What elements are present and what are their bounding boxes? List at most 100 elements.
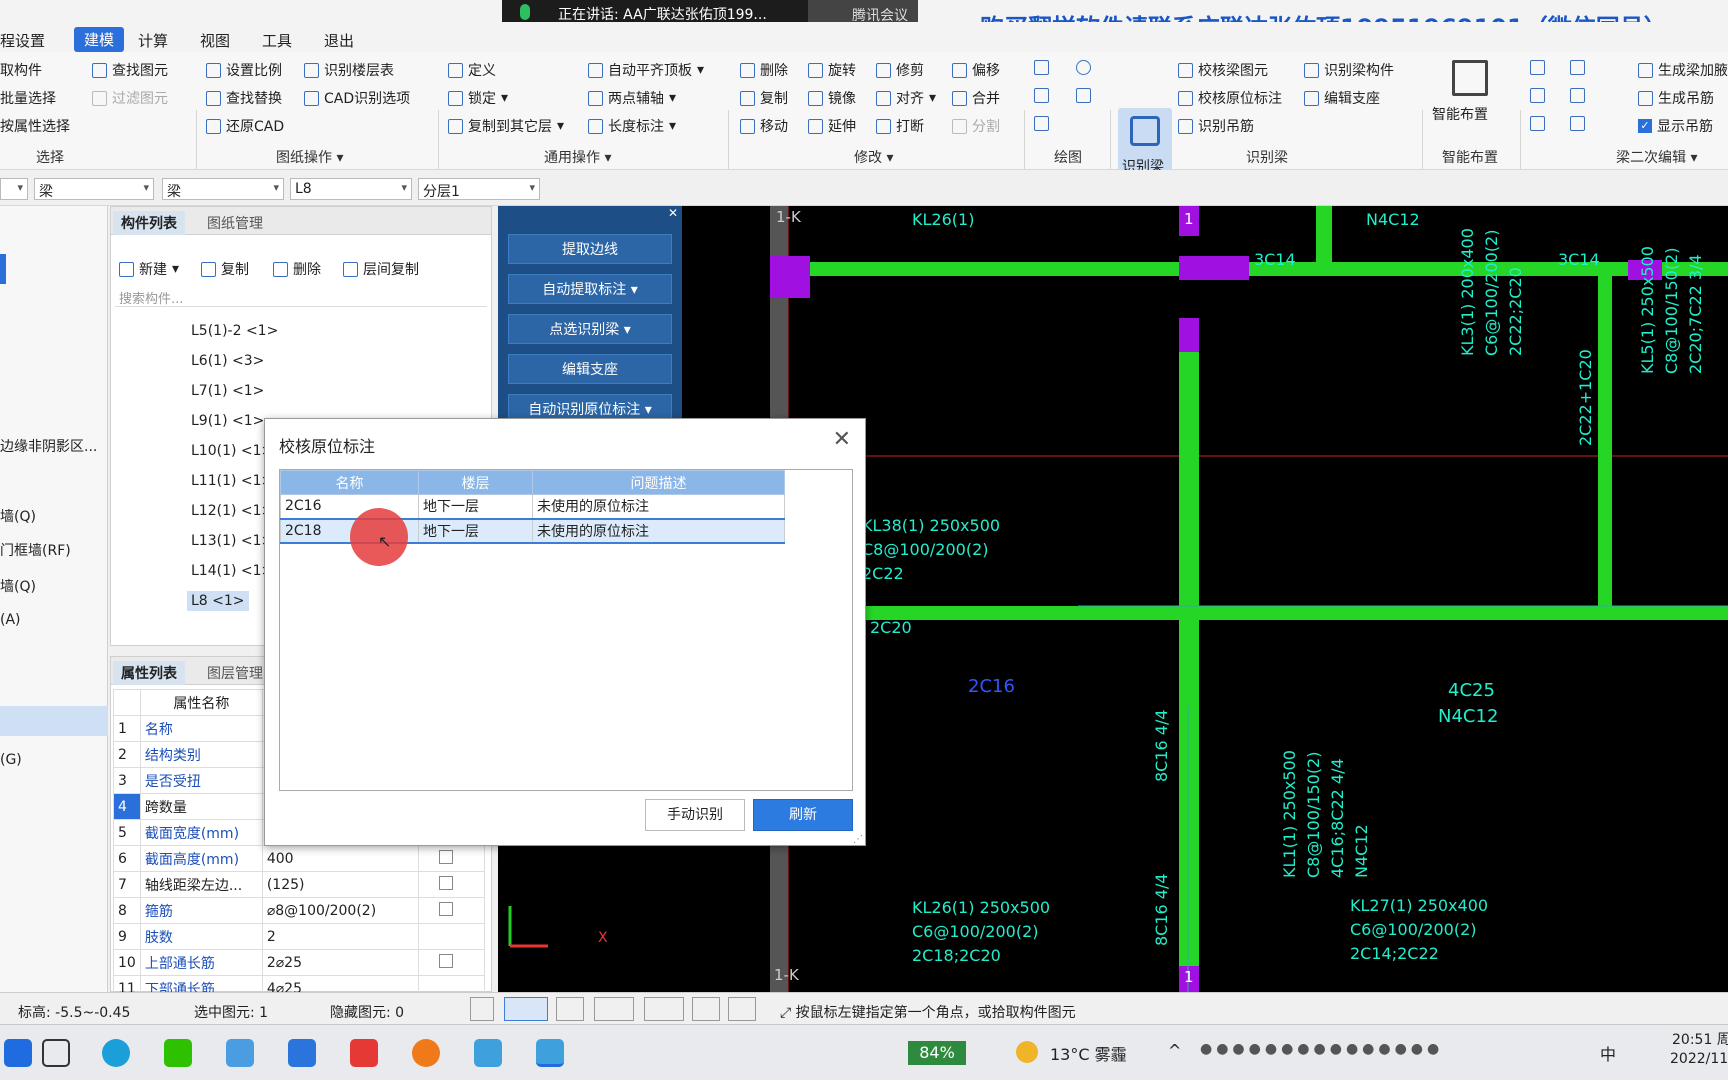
snap-ortho-icon[interactable] xyxy=(470,997,494,1021)
break-button[interactable]: 打断 xyxy=(876,116,924,136)
layer-selector[interactable]: 分层1 xyxy=(418,178,540,200)
battery-indicator[interactable]: 84% xyxy=(908,1041,966,1065)
edit-support-panel-button[interactable]: 编辑支座 xyxy=(508,354,672,384)
group-beam2-label[interactable]: 梁二次编辑 ▾ xyxy=(1616,147,1697,167)
recognize-beam-component-button[interactable]: 识别梁构件 xyxy=(1304,60,1394,80)
align-button[interactable]: 对齐 ▾ xyxy=(876,88,936,108)
filter-element-button[interactable]: 过滤图元 xyxy=(92,88,168,108)
length-dimension-button[interactable]: 长度标注 ▾ xyxy=(588,116,676,136)
close-icon[interactable]: ✕ xyxy=(668,206,678,220)
group-drawing-ops-label[interactable]: 图纸操作 ▾ xyxy=(276,147,343,167)
menu-calculate[interactable]: 计算 xyxy=(138,30,168,51)
checkbox[interactable] xyxy=(438,849,453,864)
auto-extract-annotation-button[interactable]: 自动提取标注 ▾ xyxy=(508,274,672,304)
mirror-button[interactable]: 镜像 xyxy=(808,88,856,108)
task-view-icon[interactable] xyxy=(42,1039,70,1067)
merge-button[interactable]: 合并 xyxy=(952,88,1000,108)
two-point-axis-button[interactable]: 两点辅轴 ▾ xyxy=(588,88,676,108)
snap-arc-icon[interactable] xyxy=(728,997,756,1021)
group-general-ops-label[interactable]: 通用操作 ▾ xyxy=(544,147,611,167)
select-by-property-button[interactable]: 按属性选择 xyxy=(0,116,70,136)
edge-browser-icon[interactable] xyxy=(102,1039,130,1067)
wechat-icon[interactable] xyxy=(164,1039,192,1067)
tool-grid-d[interactable] xyxy=(1570,88,1585,103)
pick-component-button[interactable]: 取构件 xyxy=(0,60,42,80)
tab-property-list[interactable]: 属性列表 xyxy=(113,661,185,685)
snap-length-icon[interactable] xyxy=(644,997,684,1021)
resize-grip-icon[interactable]: ⋰ xyxy=(853,834,863,845)
glodon-app-icon-active[interactable] xyxy=(536,1039,564,1067)
tool-grid-c[interactable] xyxy=(1530,88,1545,103)
column-header[interactable]: 楼层 xyxy=(418,470,533,495)
tab-component-list[interactable]: 构件列表 xyxy=(113,211,185,235)
checkbox[interactable] xyxy=(438,901,453,916)
component-selector[interactable]: L8 xyxy=(290,178,412,200)
split-button[interactable]: 分割 xyxy=(952,116,1000,136)
tool-grid-e[interactable] xyxy=(1530,116,1545,131)
nav-item-edge-non-shadow[interactable]: 边缘非阴影区... xyxy=(0,436,97,456)
input-method-icon[interactable]: 中 xyxy=(1600,1041,1616,1065)
tab-layer-manager[interactable]: 图层管理 xyxy=(199,661,271,685)
tool-grid-b[interactable] xyxy=(1570,60,1585,75)
point-tool[interactable] xyxy=(1034,60,1049,75)
restore-cad-button[interactable]: 还原CAD xyxy=(206,116,284,136)
wps-icon[interactable] xyxy=(350,1039,378,1067)
manual-recognize-button[interactable]: 手动识别 xyxy=(645,799,745,831)
checkbox[interactable] xyxy=(438,953,453,968)
extract-edge-button[interactable]: 提取边线 xyxy=(508,234,672,264)
snap-cross-icon[interactable] xyxy=(556,997,584,1021)
checkbox[interactable] xyxy=(438,875,453,890)
show-hanger-checkbox[interactable]: ✓ 显示吊筋 xyxy=(1638,116,1713,136)
group-modify-label[interactable]: 修改 ▾ xyxy=(854,147,893,167)
auto-align-top-button[interactable]: 自动平齐顶板 ▾ xyxy=(588,60,704,80)
offset-button[interactable]: 偏移 xyxy=(952,60,1000,80)
glodon-app-icon[interactable] xyxy=(226,1039,254,1067)
new-component-button[interactable]: 新建 ▾ xyxy=(119,259,179,279)
list-item[interactable]: L13(1) <1> xyxy=(191,533,273,549)
type-selector[interactable]: 梁 xyxy=(162,178,284,200)
start-icon[interactable] xyxy=(4,1039,32,1067)
check-beam-button[interactable]: 校核梁图元 xyxy=(1178,60,1268,80)
list-item[interactable]: L9(1) <1> xyxy=(191,413,264,429)
menu-view[interactable]: 视图 xyxy=(200,30,230,51)
list-item[interactable]: L11(1) <1> xyxy=(191,473,273,489)
rect-tool[interactable] xyxy=(1076,88,1091,103)
set-scale-button[interactable]: 设置比例 xyxy=(206,60,282,80)
nav-item-door-frame-wall[interactable]: 门框墙(RF) xyxy=(0,540,71,560)
menu-tools[interactable]: 工具 xyxy=(262,30,292,51)
refresh-button[interactable]: 刷新 xyxy=(753,799,853,831)
menu-project-settings[interactable]: 程设置 xyxy=(0,30,45,51)
glodon-app-icon-2[interactable] xyxy=(474,1039,502,1067)
find-element-button[interactable]: 查找图元 xyxy=(92,60,168,80)
list-item[interactable]: L10(1) <1> xyxy=(191,443,273,459)
circle-tool[interactable] xyxy=(1076,60,1091,75)
generate-hanger-button[interactable]: 生成吊筋 xyxy=(1638,88,1714,108)
image-viewer-icon[interactable] xyxy=(288,1039,316,1067)
batch-select-button[interactable]: 批量选择 xyxy=(0,88,56,108)
list-item[interactable]: L6(1) <3> xyxy=(191,353,264,369)
component-search-input[interactable]: 搜索构件... xyxy=(115,285,487,307)
rotate-button[interactable]: 旋转 xyxy=(808,60,856,80)
list-item[interactable]: L12(1) <1> xyxy=(191,503,273,519)
trim-button[interactable]: 修剪 xyxy=(876,60,924,80)
click-recognize-beam-button[interactable]: 点选识别梁 ▾ xyxy=(508,314,672,344)
close-icon[interactable]: ✕ xyxy=(833,427,851,452)
column-header[interactable]: 名称 xyxy=(280,470,419,495)
nav-item-g[interactable]: (G) xyxy=(0,752,22,768)
delete-button[interactable]: 删除 xyxy=(740,60,788,80)
floor-selector[interactable] xyxy=(0,178,28,200)
list-item-selected[interactable]: L8 <1> xyxy=(187,591,249,611)
weather-text[interactable]: 13°C 雾霾 xyxy=(1050,1041,1127,1065)
find-replace-button[interactable]: 查找替换 xyxy=(206,88,282,108)
tray-icons[interactable]: ●●●●●●●●●●●●●●● xyxy=(1200,1041,1443,1057)
clock-time[interactable]: 20:51 周 xyxy=(1672,1029,1728,1049)
list-item[interactable]: L7(1) <1> xyxy=(191,383,264,399)
delete-component-button[interactable]: 删除 xyxy=(273,259,321,279)
list-item[interactable]: L5(1)-2 <1> xyxy=(191,323,278,339)
clock-date[interactable]: 2022/11 xyxy=(1670,1051,1728,1067)
menu-exit[interactable]: 退出 xyxy=(324,30,354,51)
move-button[interactable]: 移动 xyxy=(740,116,788,136)
smart-layout-button[interactable]: 智能布置 xyxy=(1430,56,1510,140)
menu-modeling[interactable]: 建模 xyxy=(74,27,125,52)
category-selector[interactable]: 梁 xyxy=(34,178,154,200)
